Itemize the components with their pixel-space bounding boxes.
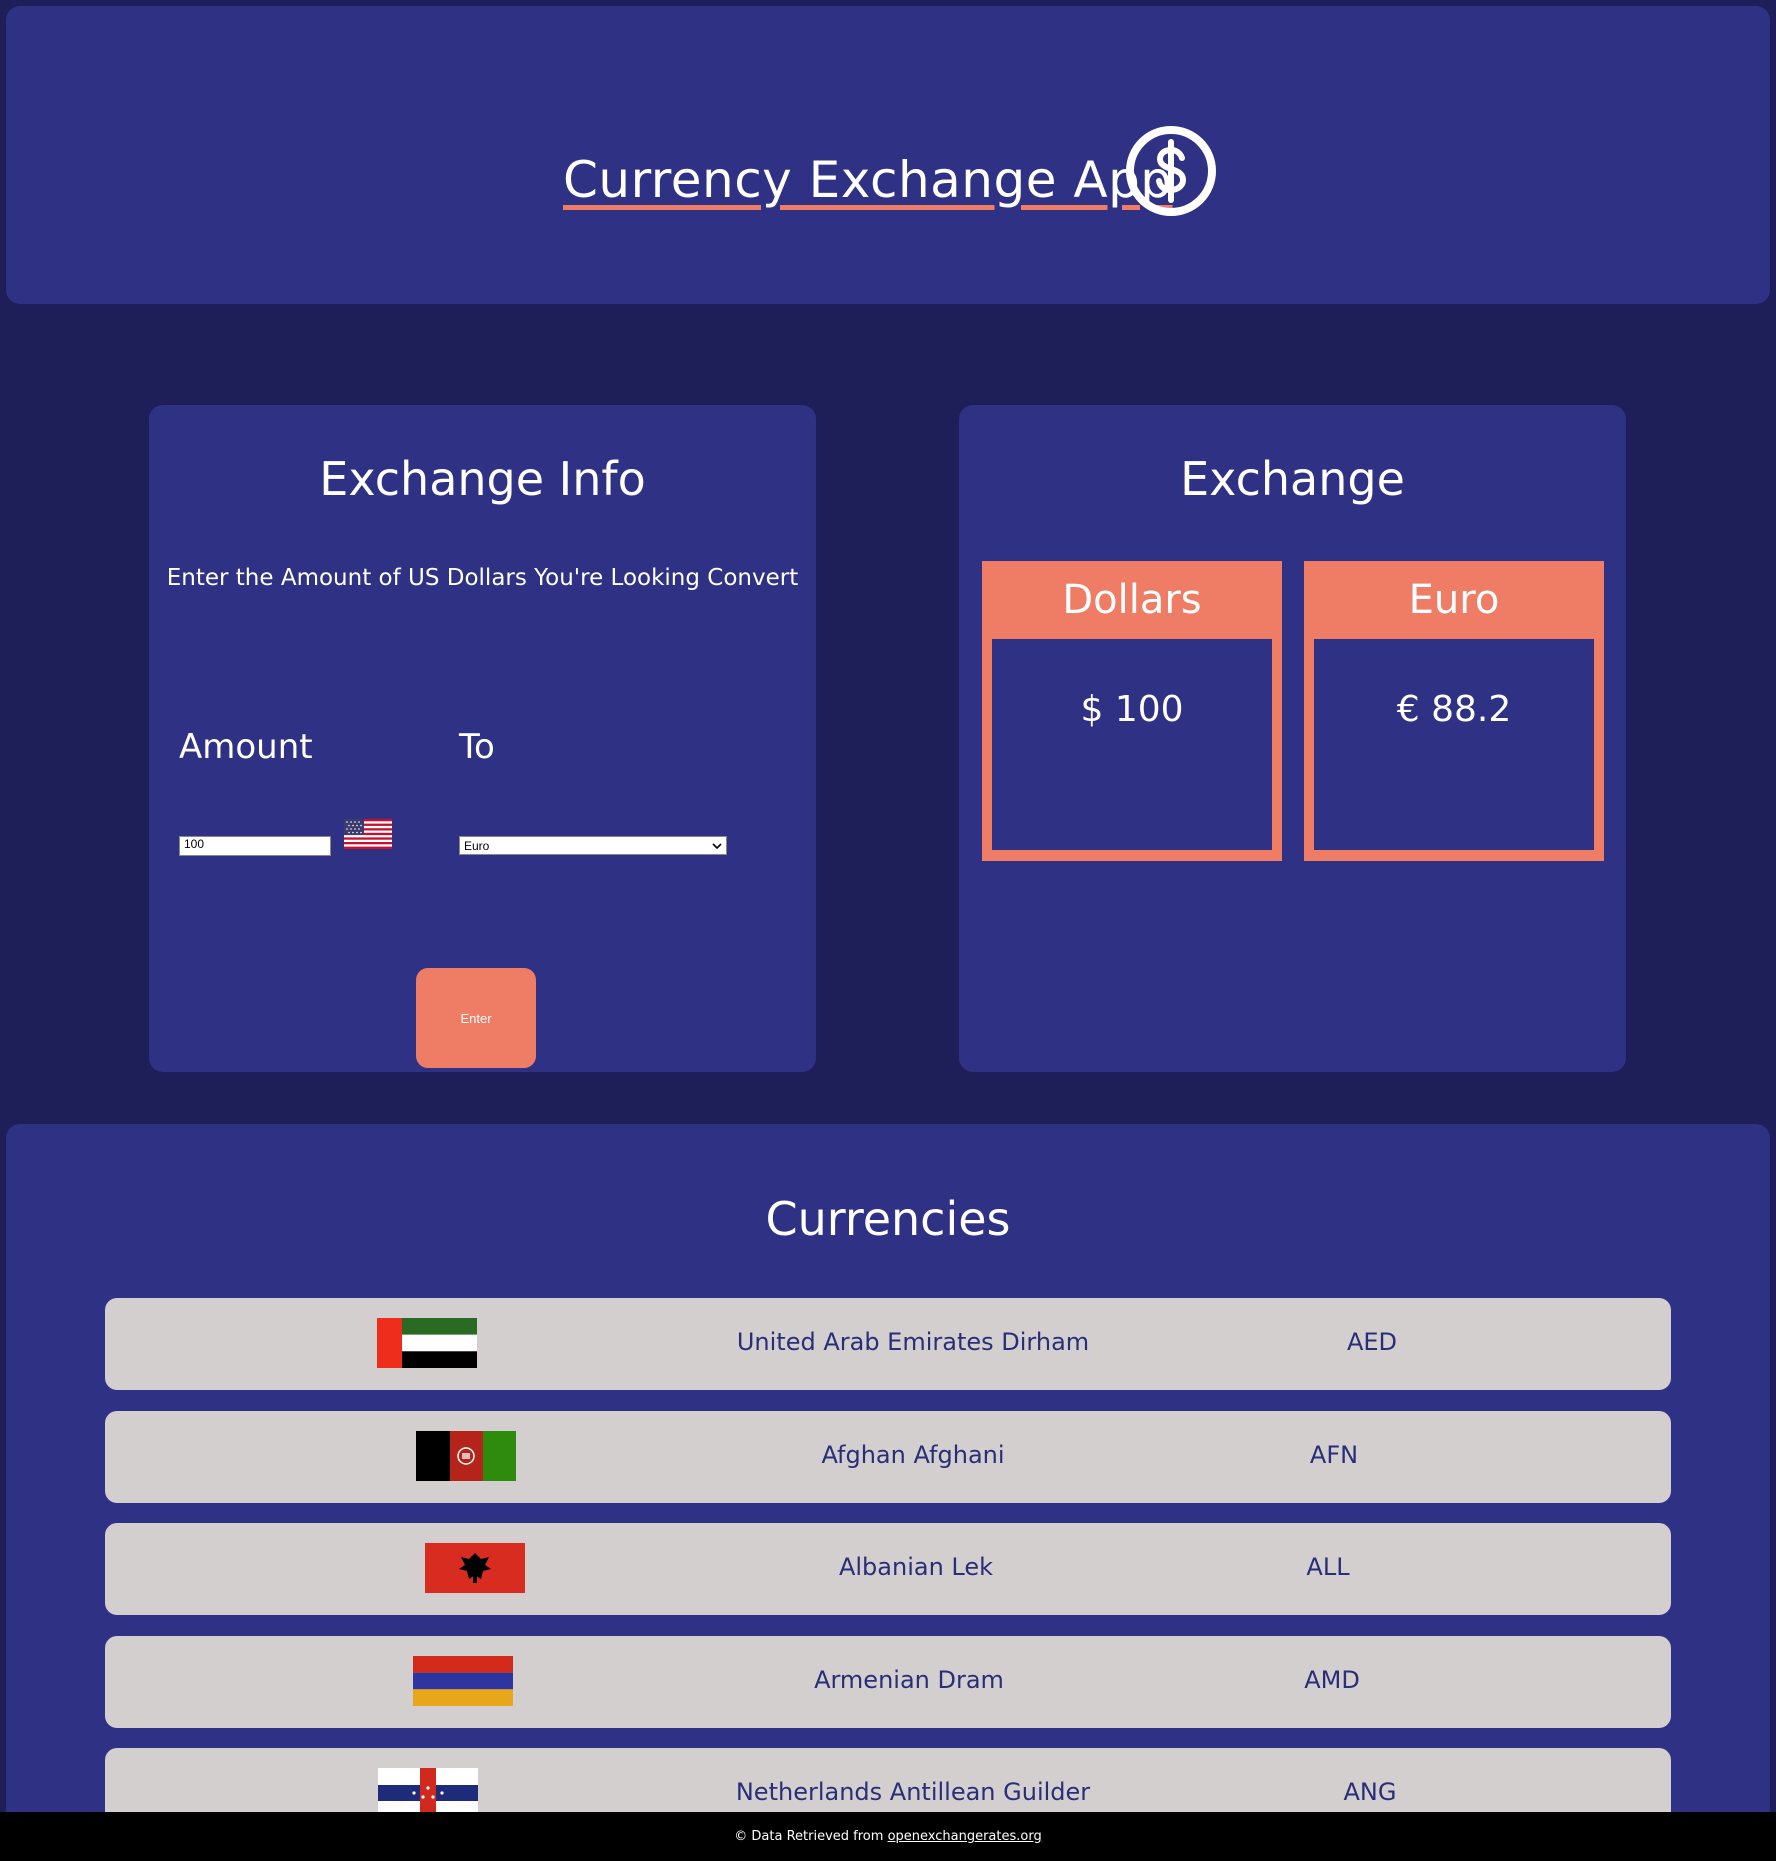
currency-code: ANG — [1343, 1778, 1397, 1806]
currency-row: Albanian Lek ALL — [105, 1523, 1671, 1615]
app-title: Currency Exchange App — [563, 151, 1173, 209]
dollars-value: $ 100 — [1080, 689, 1184, 730]
euro-card-body: € 88.2 — [1314, 639, 1594, 850]
armenia-flag-icon — [413, 1656, 513, 1706]
to-label: To — [459, 727, 495, 767]
currency-row: United Arab Emirates Dirham AED — [105, 1298, 1671, 1390]
dollars-card-body: $ 100 — [992, 639, 1272, 850]
currency-select-value: Euro — [464, 838, 490, 853]
uae-flag-icon — [377, 1318, 477, 1368]
currency-code: ALL — [1306, 1553, 1350, 1581]
footer-text: © Data Retrieved from — [734, 1829, 884, 1844]
enter-button[interactable]: Enter — [416, 968, 536, 1068]
currency-code: AED — [1346, 1328, 1398, 1356]
currencies-section: Currencies United Arab Emirates Dirham A… — [6, 1124, 1770, 1861]
currency-name: United Arab Emirates Dirham — [736, 1328, 1090, 1356]
euro-card-title: Euro — [1408, 577, 1500, 623]
dollar-circle-icon — [1126, 126, 1216, 216]
app-header: Currency Exchange App — [6, 6, 1770, 304]
instruction-text: Enter the Amount of US Dollars You're Lo… — [166, 565, 799, 591]
euro-value: € 88.2 — [1396, 689, 1512, 730]
currency-row: Armenian Dram AMD — [105, 1636, 1671, 1728]
amount-label: Amount — [179, 727, 313, 767]
currency-name: Afghan Afghani — [821, 1441, 1005, 1469]
currency-name: Albanian Lek — [838, 1553, 994, 1581]
amount-input[interactable]: 100 — [179, 836, 331, 856]
chevron-down-icon — [712, 842, 722, 849]
exchange-panel: Exchange Dollars $ 100 Euro € 88.2 — [959, 405, 1626, 1072]
netherlands-antilles-flag-icon — [378, 1768, 478, 1818]
currency-select[interactable]: Euro — [459, 836, 727, 855]
currency-row: Afghan Afghani AFN — [105, 1411, 1671, 1503]
currency-code: AMD — [1304, 1666, 1360, 1694]
exchange-title: Exchange — [1180, 452, 1405, 506]
currency-name: Netherlands Antillean Guilder — [735, 1778, 1091, 1806]
afghanistan-flag-icon — [416, 1431, 516, 1481]
footer: © Data Retrieved from openexchangerates.… — [0, 1812, 1776, 1861]
currency-code: AFN — [1309, 1441, 1359, 1469]
dollars-card: Dollars $ 100 — [982, 561, 1282, 861]
us-flag-icon — [344, 819, 392, 849]
dollars-card-title: Dollars — [1062, 577, 1202, 623]
exchange-info-title: Exchange Info — [319, 452, 646, 506]
footer-source-link[interactable]: openexchangerates.org — [888, 1829, 1042, 1844]
euro-card: Euro € 88.2 — [1304, 561, 1604, 861]
exchange-info-panel: Exchange Info Enter the Amount of US Dol… — [149, 405, 816, 1072]
currency-name: Armenian Dram — [814, 1666, 1004, 1694]
albania-flag-icon — [425, 1543, 525, 1593]
currencies-title: Currencies — [765, 1192, 1011, 1246]
